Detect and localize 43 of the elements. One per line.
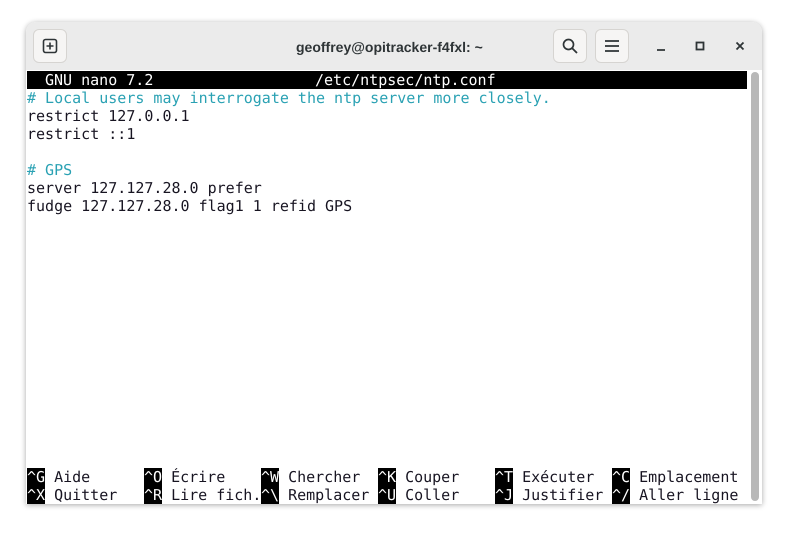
file-name: /etc/ntpsec/ntp.conf [315,71,496,89]
new-tab-icon [42,38,58,54]
code-line: fudge 127.127.28.0 flag1 1 refid GPS [27,197,352,215]
shortcut-key: ^C [612,468,630,486]
editor-version: GNU nano 7.2 [44,71,154,89]
maximize-icon [695,41,705,51]
shortcut-label: Aide [54,468,90,486]
shortcut-key: ^U [378,486,396,504]
window-title: geoffrey@opitracker-f4fxl: ~ [296,38,483,57]
shortcut-key: ^O [144,468,162,486]
menu-icon [604,39,620,53]
code-line: restrict 127.0.0.1 [27,107,190,125]
shortcut-label: Quitter [54,486,118,504]
shortcut-key: ^\ [261,486,280,504]
shortcut-key: ^G [27,468,46,486]
menu-button[interactable] [595,29,629,63]
shortcut-key: ^R [144,486,162,504]
minimize-icon [657,48,665,50]
shortcut-label: Chercher [288,468,360,486]
shortcut-label: Justifier [522,486,604,504]
close-icon [735,41,745,51]
shortcut-key: ^X [27,486,46,504]
shortcut-label: Exécuter [522,468,594,486]
shortcut-label: Écrire [171,468,226,486]
shortcut-key: ^W [261,468,280,486]
scrollbar-thumb[interactable] [750,72,758,501]
shortcut-label: Remplacer [288,486,370,504]
shortcut-key: ^K [378,468,396,486]
shortcut-label: Couper [405,468,460,486]
shortcut-key: ^/ [612,486,630,504]
shortcut-label: Aller ligne [639,486,738,504]
shortcut-key: ^J [495,486,514,504]
search-button[interactable] [553,29,587,63]
search-icon [562,38,578,54]
shortcut-label: Coller [405,486,460,504]
comment-line: # GPS [27,161,72,179]
new-tab-button[interactable] [33,29,67,63]
shortcut-key: ^T [495,468,514,486]
shortcut-label: Lire fich. [171,486,262,504]
code-line: restrict ::1 [27,125,136,143]
comment-line: # Local users may interrogate the ntp server more closely. [27,89,551,107]
code-line: server 127.127.28.0 prefer [27,179,262,197]
shortcut-label: Emplacement [639,468,738,486]
